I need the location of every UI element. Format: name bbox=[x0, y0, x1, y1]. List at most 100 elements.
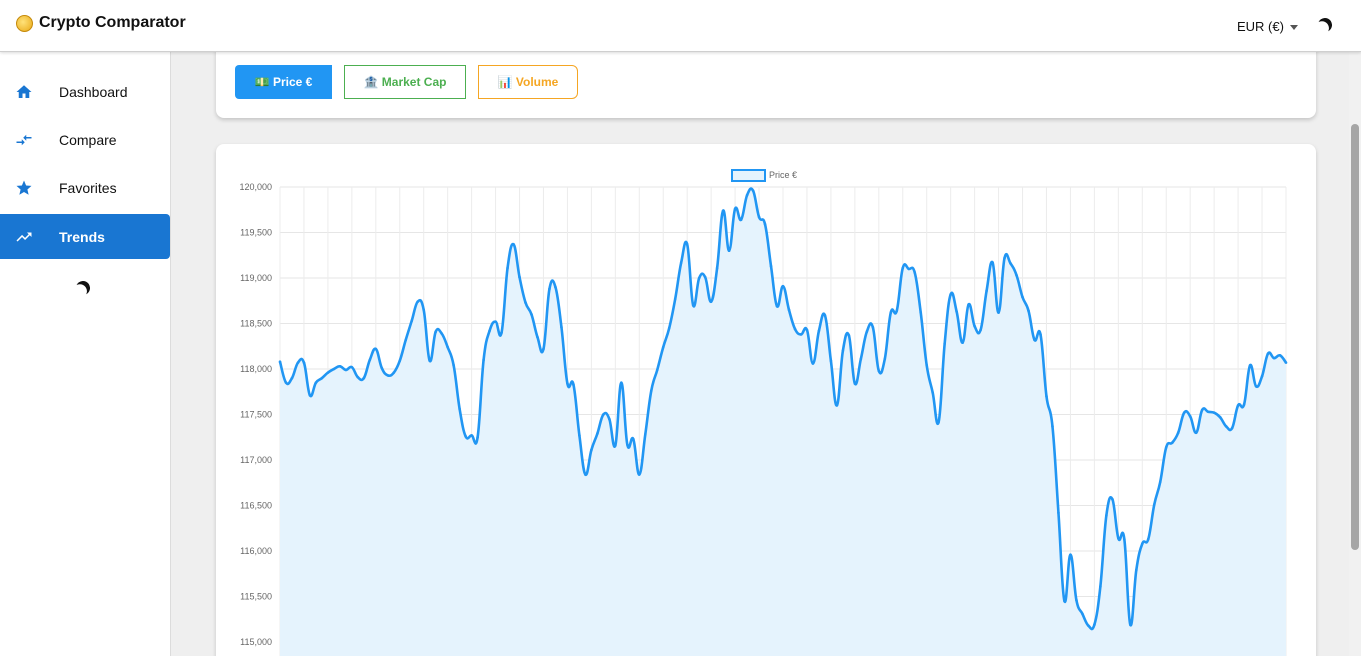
data-point[interactable] bbox=[703, 275, 707, 279]
data-point[interactable] bbox=[1093, 623, 1096, 627]
sidebar-item-compare[interactable]: Compare bbox=[0, 117, 170, 162]
data-point[interactable] bbox=[350, 365, 354, 369]
data-point[interactable] bbox=[655, 368, 659, 372]
data-point[interactable] bbox=[1236, 404, 1240, 407]
data-point[interactable] bbox=[1063, 599, 1066, 603]
data-point[interactable] bbox=[1117, 536, 1120, 540]
data-point[interactable] bbox=[536, 335, 539, 339]
data-point[interactable] bbox=[554, 285, 557, 289]
data-point[interactable] bbox=[362, 376, 366, 380]
data-point[interactable] bbox=[1206, 410, 1210, 414]
data-point[interactable] bbox=[518, 275, 521, 279]
data-point[interactable] bbox=[793, 327, 797, 331]
data-point[interactable] bbox=[410, 319, 414, 323]
data-point[interactable] bbox=[578, 434, 581, 437]
data-point[interactable] bbox=[1087, 624, 1090, 627]
data-point[interactable] bbox=[1158, 480, 1162, 484]
data-point[interactable] bbox=[973, 324, 976, 328]
data-point[interactable] bbox=[374, 347, 378, 351]
data-point[interactable] bbox=[1188, 415, 1192, 418]
data-point[interactable] bbox=[853, 382, 857, 385]
data-point[interactable] bbox=[416, 300, 420, 303]
data-point[interactable] bbox=[1230, 426, 1234, 430]
data-point[interactable] bbox=[661, 345, 665, 349]
data-point[interactable] bbox=[614, 444, 617, 447]
data-point[interactable] bbox=[757, 215, 761, 219]
data-point[interactable] bbox=[997, 311, 1000, 314]
data-point[interactable] bbox=[901, 266, 905, 270]
data-point[interactable] bbox=[422, 308, 426, 312]
data-point[interactable] bbox=[679, 261, 683, 264]
data-point[interactable] bbox=[763, 223, 767, 226]
data-point[interactable] bbox=[1176, 431, 1180, 435]
data-point[interactable] bbox=[602, 413, 605, 416]
market-cap-button[interactable]: 🏦 Market Cap bbox=[344, 65, 466, 99]
data-point[interactable] bbox=[739, 218, 743, 222]
data-point[interactable] bbox=[440, 332, 443, 335]
data-point[interactable] bbox=[871, 325, 875, 329]
data-point[interactable] bbox=[1015, 273, 1018, 277]
data-point[interactable] bbox=[967, 303, 970, 306]
data-point[interactable] bbox=[775, 304, 779, 308]
sidebar-item-dashboard[interactable]: Dashboard bbox=[0, 69, 170, 114]
data-point[interactable] bbox=[356, 375, 360, 379]
data-point[interactable] bbox=[841, 349, 845, 353]
data-point[interactable] bbox=[817, 329, 821, 333]
data-point[interactable] bbox=[1284, 361, 1288, 364]
data-point[interactable] bbox=[961, 341, 964, 344]
data-point[interactable] bbox=[1021, 295, 1024, 299]
data-point[interactable] bbox=[991, 261, 994, 264]
data-point[interactable] bbox=[727, 249, 731, 252]
data-point[interactable] bbox=[745, 193, 749, 197]
sidebar-item-favorites[interactable]: Favorites bbox=[0, 165, 170, 210]
data-point[interactable] bbox=[1182, 411, 1186, 414]
data-point[interactable] bbox=[925, 364, 929, 367]
data-point[interactable] bbox=[626, 443, 629, 446]
scrollbar[interactable] bbox=[1349, 52, 1361, 656]
data-point[interactable] bbox=[985, 289, 988, 293]
data-point[interactable] bbox=[296, 361, 300, 364]
data-point[interactable] bbox=[1278, 354, 1282, 357]
data-point[interactable] bbox=[913, 271, 917, 274]
data-point[interactable] bbox=[386, 374, 390, 377]
data-point[interactable] bbox=[931, 391, 934, 394]
data-point[interactable] bbox=[895, 309, 899, 313]
data-point[interactable] bbox=[1009, 262, 1012, 265]
data-point[interactable] bbox=[284, 381, 288, 384]
data-point[interactable] bbox=[1075, 598, 1078, 602]
data-point[interactable] bbox=[1272, 356, 1276, 360]
moon-icon[interactable] bbox=[74, 279, 92, 297]
data-point[interactable] bbox=[1105, 514, 1108, 517]
data-point[interactable] bbox=[392, 371, 396, 374]
data-point[interactable] bbox=[404, 338, 408, 342]
data-point[interactable] bbox=[1266, 352, 1270, 355]
brand[interactable]: Crypto Comparator bbox=[16, 14, 186, 32]
data-point[interactable] bbox=[685, 243, 689, 246]
data-point[interactable] bbox=[500, 331, 503, 334]
data-point[interactable] bbox=[530, 313, 533, 316]
data-point[interactable] bbox=[835, 404, 839, 407]
data-point[interactable] bbox=[865, 330, 869, 333]
data-point[interactable] bbox=[787, 308, 791, 312]
data-point[interactable] bbox=[1194, 431, 1198, 435]
data-point[interactable] bbox=[1081, 612, 1084, 616]
data-point[interactable] bbox=[1099, 585, 1102, 588]
data-point[interactable] bbox=[380, 366, 384, 370]
data-point[interactable] bbox=[560, 325, 563, 329]
data-point[interactable] bbox=[877, 369, 881, 373]
data-point[interactable] bbox=[338, 364, 342, 368]
currency-select[interactable]: EUR (€) bbox=[1237, 19, 1298, 34]
data-point[interactable] bbox=[1003, 256, 1006, 260]
data-point[interactable] bbox=[883, 357, 887, 361]
data-point[interactable] bbox=[979, 328, 982, 332]
data-point[interactable] bbox=[1164, 445, 1168, 449]
data-point[interactable] bbox=[1039, 333, 1042, 336]
chart-legend[interactable]: Price € bbox=[731, 169, 797, 182]
data-point[interactable] bbox=[1051, 425, 1054, 428]
data-point[interactable] bbox=[1170, 441, 1174, 445]
data-point[interactable] bbox=[464, 435, 467, 438]
data-point[interactable] bbox=[1123, 537, 1126, 541]
data-point[interactable] bbox=[290, 376, 294, 380]
data-point[interactable] bbox=[859, 357, 863, 361]
price-button[interactable]: 💵 Price € bbox=[235, 65, 332, 99]
